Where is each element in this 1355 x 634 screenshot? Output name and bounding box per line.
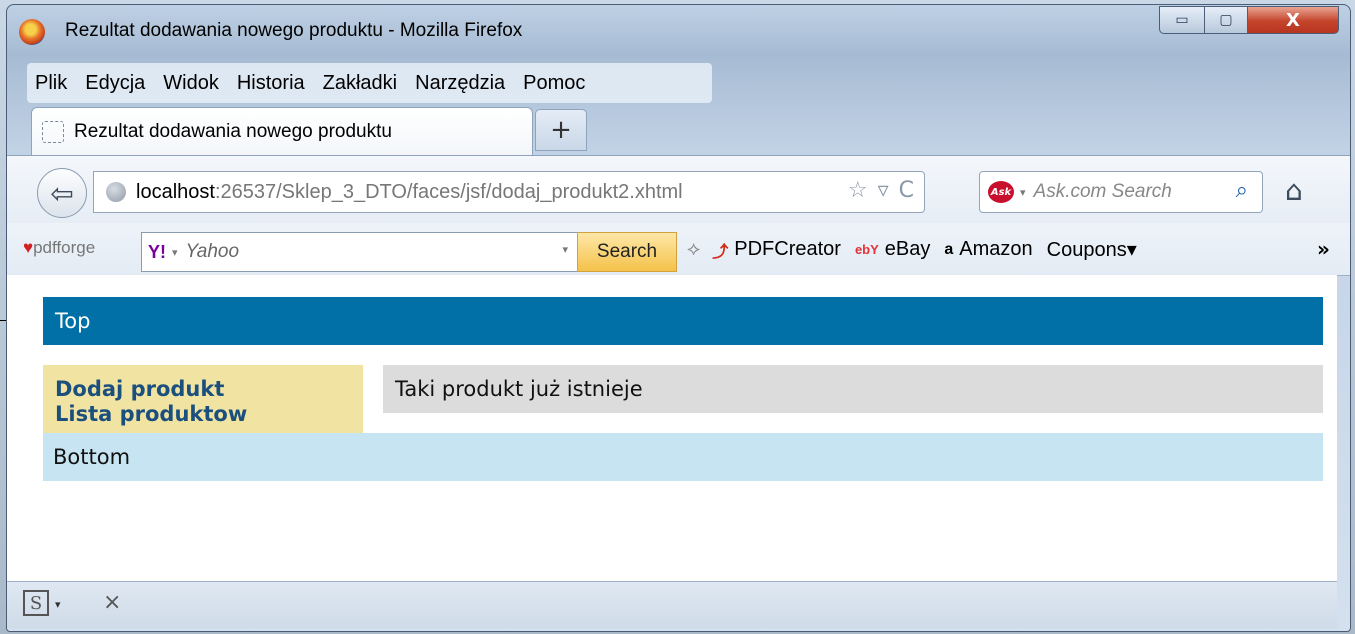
page-content: Top Dodaj produkt Lista produktow Taki p… (7, 275, 1337, 581)
back-button[interactable]: ⇦ (37, 168, 87, 218)
ebay-link[interactable]: ebY eBay (855, 238, 930, 261)
yahoo-logo-icon: Y! (148, 241, 166, 262)
page-nav: Dodaj produkt Lista produktow (43, 365, 363, 433)
ask-logo-icon[interactable]: Ask (988, 181, 1014, 203)
pdf-icon: ⤴ (712, 243, 729, 261)
new-tab-button[interactable]: + (535, 109, 587, 151)
toolbar-links: ⟡ ⤴ PDFCreator ebY eBay a Amazon Coupons… (687, 237, 1151, 262)
url-text: localhost:26537/Sklep_3_DTO/faces/jsf/do… (136, 181, 683, 204)
extension-toolbar: ♥pdfforge Y! ▾ Yahoo ▾ Search ⟡ ⤴ PDFCre… (7, 223, 1350, 276)
amazon-icon: a (944, 240, 954, 258)
coupons-link[interactable]: Coupons▾ (1047, 237, 1137, 262)
chevron-down-icon[interactable]: ▾ (172, 246, 178, 259)
url-path: :26537/Sklep_3_DTO/faces/jsf/dodaj_produ… (214, 180, 683, 203)
yahoo-placeholder: Yahoo (185, 241, 240, 262)
menu-edycja[interactable]: Edycja (76, 72, 154, 95)
reload-icon[interactable]: C (899, 178, 914, 203)
menu-widok[interactable]: Widok (154, 72, 228, 95)
search-input[interactable]: Ask.com Search (1034, 181, 1172, 203)
url-icons: ☆ ▿ C (848, 178, 914, 203)
menu-historia[interactable]: Historia (228, 72, 314, 95)
ebay-icon: ebY (854, 242, 879, 257)
tab-bar: Rezultat dodawania nowego produktu + (7, 103, 1350, 156)
separator-handle-icon: ⟡ (687, 238, 701, 260)
globe-icon (106, 182, 126, 202)
nav-link-dodaj-produkt[interactable]: Dodaj produkt (55, 377, 363, 402)
browser-window: Rezultat dodawania nowego produktu - Moz… (6, 4, 1351, 632)
search-bar[interactable]: Ask ▾ Ask.com Search ⌕ (979, 171, 1263, 213)
yahoo-search-button[interactable]: Search (577, 232, 677, 272)
search-icon[interactable]: ⌕ (1236, 178, 1248, 203)
status-bar: S ▾ × (7, 581, 1337, 628)
home-icon[interactable]: ⌂ (1285, 174, 1303, 207)
nav-link-lista-produktow[interactable]: Lista produktow (55, 402, 363, 427)
yahoo-search-input[interactable]: Y! ▾ Yahoo ▾ (141, 232, 579, 272)
title-bar[interactable]: Rezultat dodawania nowego produktu - Moz… (7, 5, 1350, 57)
pdfforge-logo[interactable]: ♥pdfforge (23, 238, 95, 258)
firefox-logo-icon (19, 19, 45, 45)
chevron-more-icon[interactable]: » (1317, 237, 1330, 261)
menu-bar: Plik Edycja Widok Historia Zakładki Narz… (27, 63, 712, 103)
chevron-down-icon[interactable]: ▾ (1020, 186, 1026, 199)
page-top-banner: Top (43, 297, 1323, 345)
dropdown-arrow-icon[interactable]: ▿ (878, 178, 889, 203)
navigation-bar: ⇦ localhost:26537/Sklep_3_DTO/faces/jsf/… (7, 155, 1350, 224)
amazon-link[interactable]: a Amazon (944, 238, 1032, 261)
dropdown-arrow-icon[interactable]: ▾ (562, 243, 568, 256)
page-bottom-banner: Bottom (43, 433, 1323, 481)
s-addon-icon[interactable]: S (23, 590, 49, 616)
maximize-button[interactable]: ▢ (1204, 6, 1248, 34)
pdfcreator-link[interactable]: ⤴ PDFCreator (712, 238, 841, 262)
menu-pomoc[interactable]: Pomoc (514, 72, 594, 95)
menu-narzedzia[interactable]: Narzędzia (406, 72, 514, 95)
menu-zakladki[interactable]: Zakładki (314, 72, 406, 95)
window-title: Rezultat dodawania nowego produktu - Moz… (65, 20, 523, 41)
bookmark-star-icon[interactable]: ☆ (848, 178, 868, 203)
status-message: Taki produkt już istnieje (383, 365, 1323, 413)
page-favicon-icon (42, 121, 64, 143)
minimize-button[interactable]: ▭ (1159, 6, 1205, 34)
url-host: localhost (136, 180, 215, 203)
tab-label: Rezultat dodawania nowego produktu (74, 121, 392, 142)
url-bar[interactable]: localhost:26537/Sklep_3_DTO/faces/jsf/do… (93, 171, 925, 213)
close-button[interactable]: X (1247, 6, 1339, 34)
tab-active[interactable]: Rezultat dodawania nowego produktu (31, 107, 533, 156)
close-icon[interactable]: × (103, 590, 121, 615)
menu-plik[interactable]: Plik (27, 72, 76, 95)
chevron-down-icon[interactable]: ▾ (55, 598, 61, 611)
